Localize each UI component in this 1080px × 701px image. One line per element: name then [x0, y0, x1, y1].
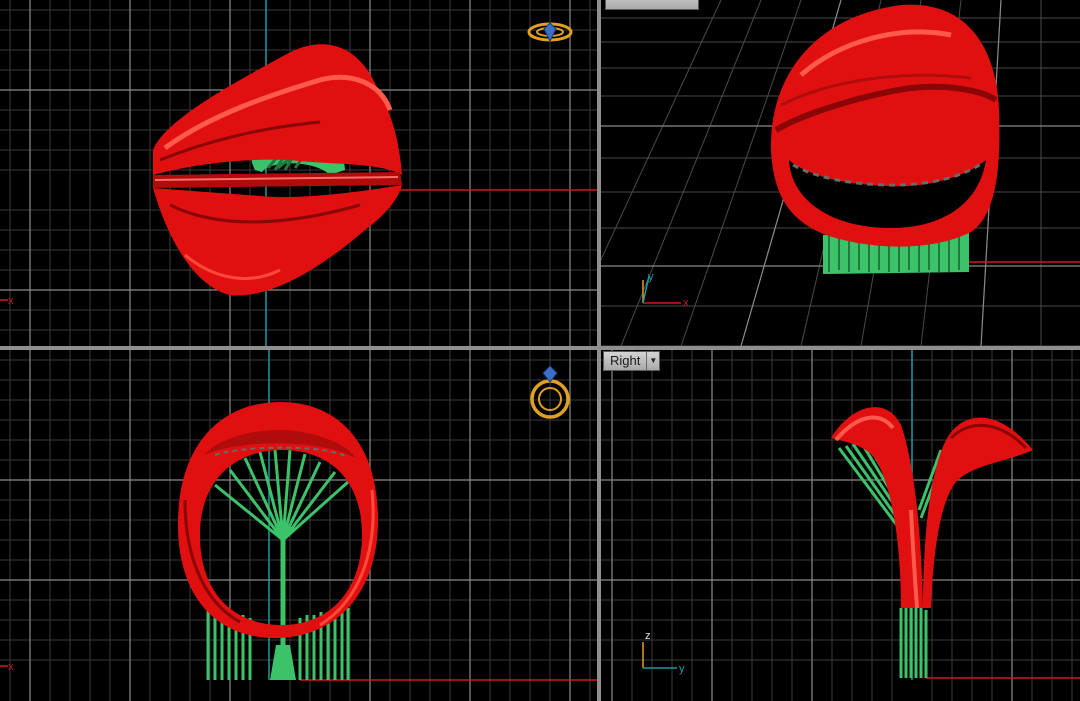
z-axis-label: z: [645, 630, 651, 642]
perspective-grid: x y: [601, 0, 1080, 346]
viewport-top[interactable]: x: [0, 0, 597, 346]
viewport-label-right[interactable]: Right ▼: [603, 351, 661, 371]
ring-model-perspective: [770, 4, 1000, 274]
y-axis-label: y: [648, 271, 654, 283]
viewport-front[interactable]: x: [0, 350, 597, 701]
chevron-down-icon[interactable]: ▼: [646, 352, 659, 370]
rhino-workspace: x x y x Right ▼ z y: [0, 0, 1080, 701]
viewport-label-perspective[interactable]: [605, 0, 699, 10]
grid: x: [0, 0, 597, 346]
y-axis-label: y: [679, 663, 685, 675]
viewport-right[interactable]: Right ▼ z y: [601, 350, 1080, 701]
x-axis-label: x: [8, 661, 14, 673]
x-axis-label: x: [8, 295, 14, 307]
grid: z y: [601, 350, 1080, 701]
viewport-perspective[interactable]: x y: [601, 0, 1080, 346]
grid: [601, 350, 1080, 701]
viewport-name: Right: [610, 353, 641, 368]
grid: x: [0, 350, 597, 701]
ring-top-view-icon[interactable]: [527, 22, 573, 43]
ring-model-front: [178, 402, 378, 680]
x-axis-label: x: [683, 297, 689, 309]
